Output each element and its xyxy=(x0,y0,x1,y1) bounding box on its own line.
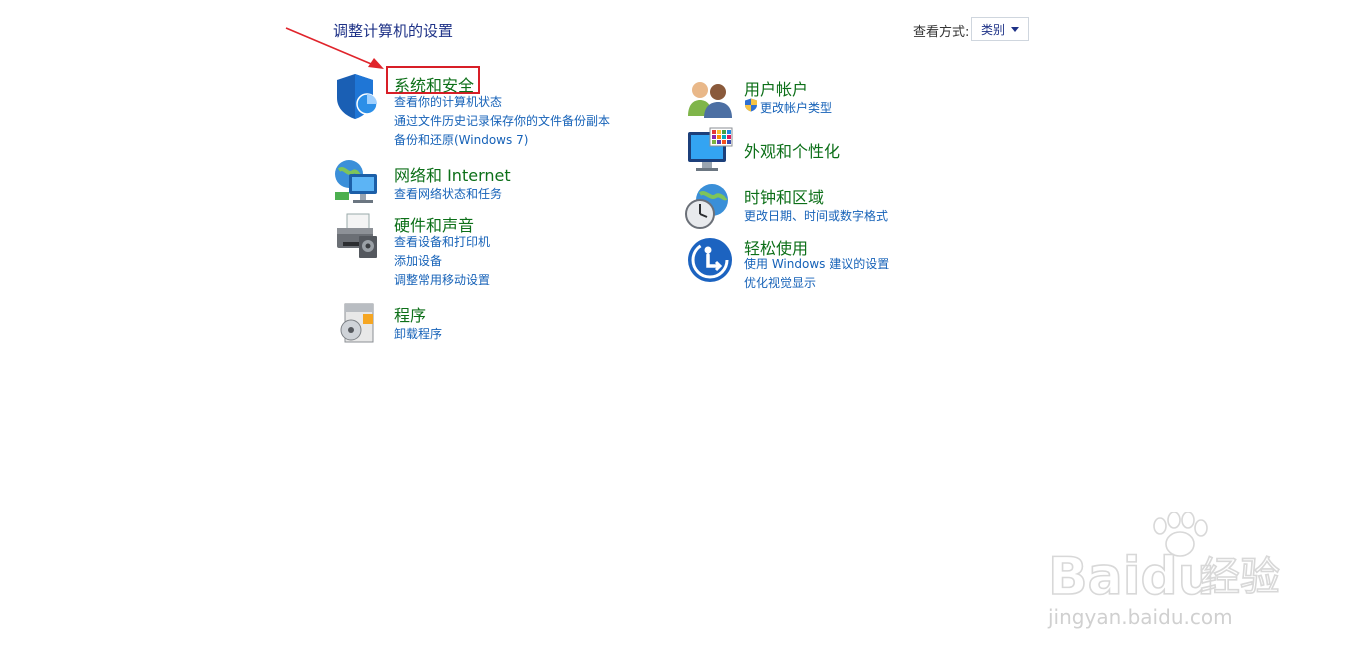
category-appearance-personalization[interactable]: 外观和个性化 xyxy=(744,138,840,162)
view-by-label: 查看方式: xyxy=(913,25,970,40)
link-devices-printers[interactable]: 查看设备和打印机 xyxy=(394,233,490,250)
link-uninstall-program[interactable]: 卸载程序 xyxy=(394,325,442,342)
watermark-brand: Baidu xyxy=(1048,547,1215,607)
uac-shield-icon xyxy=(745,98,757,112)
users-icon[interactable] xyxy=(686,76,734,124)
monitor-palette-icon[interactable] xyxy=(686,126,734,174)
link-optimize-visual-display[interactable]: 优化视觉显示 xyxy=(744,274,816,291)
link-add-device[interactable]: 添加设备 xyxy=(394,252,442,269)
category-clock-region[interactable]: 时钟和区域 xyxy=(744,184,824,208)
link-backup-restore[interactable]: 备份和还原(Windows 7) xyxy=(394,131,528,148)
link-view-network-status[interactable]: 查看网络状态和任务 xyxy=(394,185,502,202)
category-network-internet[interactable]: 网络和 Internet xyxy=(394,162,511,186)
watermark-brand-cn: 经验 xyxy=(1200,554,1280,600)
watermark-url: jingyan.baidu.com xyxy=(1047,605,1233,629)
chevron-down-icon xyxy=(1011,26,1020,32)
printer-icon[interactable] xyxy=(333,212,381,260)
clock-globe-icon[interactable] xyxy=(684,182,732,230)
view-by-value: 类别 xyxy=(981,22,1006,37)
link-change-account-type[interactable]: 更改帐户类型 xyxy=(760,99,832,116)
baidu-watermark: Baidu 经验 jingyan.baidu.com xyxy=(1047,512,1281,629)
shield-icon[interactable] xyxy=(333,72,381,120)
link-file-history-backup[interactable]: 通过文件历史记录保存你的文件备份副本 xyxy=(394,112,610,129)
link-mobility-settings[interactable]: 调整常用移动设置 xyxy=(394,271,490,288)
link-change-date-time-format[interactable]: 更改日期、时间或数字格式 xyxy=(744,207,888,224)
category-user-accounts[interactable]: 用户帐户 xyxy=(744,76,808,100)
view-by-dropdown[interactable]: 类别 xyxy=(971,17,1029,41)
accessibility-icon[interactable] xyxy=(686,236,734,284)
link-windows-suggested-settings[interactable]: 使用 Windows 建议的设置 xyxy=(744,255,889,272)
category-programs[interactable]: 程序 xyxy=(394,302,426,326)
link-view-computer-status[interactable]: 查看你的计算机状态 xyxy=(394,93,502,110)
network-icon[interactable] xyxy=(333,158,381,206)
programs-icon[interactable] xyxy=(333,300,381,348)
page-title: 调整计算机的设置 xyxy=(333,22,454,40)
